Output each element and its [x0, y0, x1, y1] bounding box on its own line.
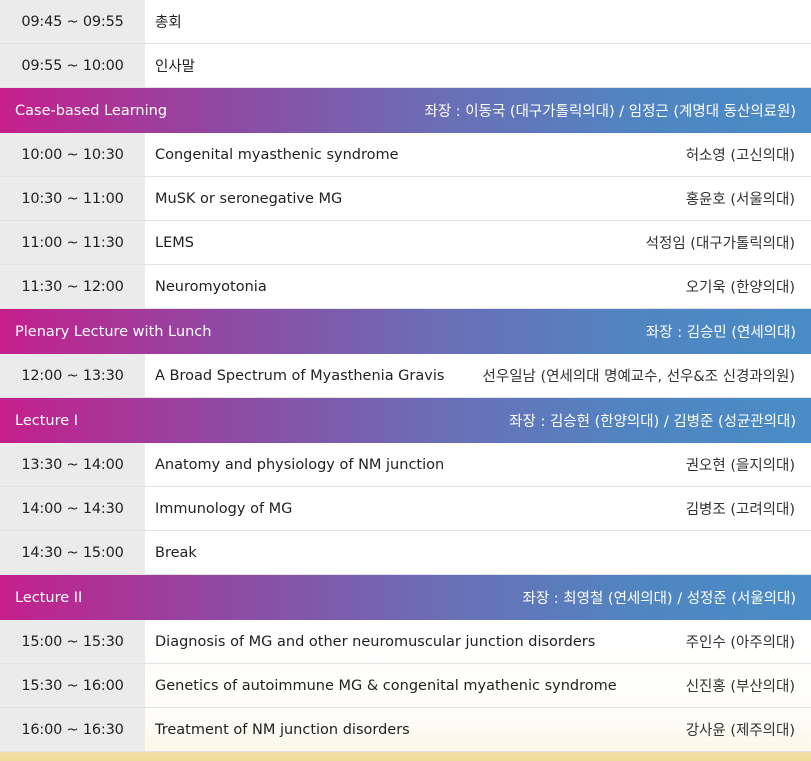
- talk-title: LEMS: [155, 234, 194, 251]
- time-cell: 12:00 ~ 13:30: [0, 354, 145, 397]
- time-cell: 09:55 ~ 10:00: [0, 44, 145, 87]
- session-name: Lecture II: [15, 589, 83, 606]
- talk-title: 총회: [155, 15, 182, 31]
- schedule-row: 15:30 ~ 16:00 Genetics of autoimmune MG …: [0, 664, 811, 708]
- session-chair: 좌장 : 이동국 (대구가톨릭의대) / 임정근 (계명대 동산의료원): [424, 104, 796, 120]
- talk-title: 인사말: [155, 59, 196, 75]
- talk-title: Genetics of autoimmune MG & congenital m…: [155, 677, 617, 694]
- session-chair: 좌장 : 김승현 (한양의대) / 김병준 (성균관의대): [509, 414, 796, 430]
- session-header: Lecture II 좌장 : 최영철 (연세의대) / 성정준 (서울의대): [0, 575, 811, 620]
- content-cell: Genetics of autoimmune MG & congenital m…: [145, 664, 811, 707]
- schedule-row: 11:30 ~ 12:00 Neuromyotonia 오기욱 (한양의대): [0, 265, 811, 309]
- speaker: 홍윤호 (서울의대): [685, 192, 795, 208]
- content-cell: Break: [145, 531, 811, 574]
- time-cell: 11:00 ~ 11:30: [0, 221, 145, 264]
- session-chair: 좌장 : 김승민 (연세의대): [645, 325, 796, 341]
- content-cell: Immunology of MG 김병조 (고려의대): [145, 487, 811, 530]
- session-name: Plenary Lecture with Lunch: [15, 323, 212, 340]
- content-cell: Congenital myasthenic syndrome 허소영 (고신의대…: [145, 133, 811, 176]
- content-cell: Diagnosis of MG and other neuromuscular …: [145, 620, 811, 663]
- speaker: 강사윤 (제주의대): [685, 723, 795, 739]
- speaker: 권오현 (을지의대): [685, 458, 795, 474]
- schedule-row: 12:00 ~ 13:30 A Broad Spectrum of Myasth…: [0, 354, 811, 398]
- speaker: 오기욱 (한양의대): [685, 280, 795, 296]
- schedule-row: 09:45 ~ 09:55 총회: [0, 0, 811, 44]
- schedule-row: 13:30 ~ 14:00 Anatomy and physiology of …: [0, 443, 811, 487]
- talk-title: Immunology of MG: [155, 500, 293, 517]
- time-cell: 15:00 ~ 15:30: [0, 620, 145, 663]
- content-cell: A Broad Spectrum of Myasthenia Gravis 선우…: [145, 354, 811, 397]
- content-cell: Neuromyotonia 오기욱 (한양의대): [145, 265, 811, 308]
- schedule-row: 14:00 ~ 14:30 Immunology of MG 김병조 (고려의대…: [0, 487, 811, 531]
- talk-title: MuSK or seronegative MG: [155, 190, 343, 207]
- content-cell: Anatomy and physiology of NM junction 권오…: [145, 443, 811, 486]
- speaker: 허소영 (고신의대): [685, 148, 795, 164]
- schedule-row: 09:55 ~ 10:00 인사말: [0, 44, 811, 88]
- time-cell: 13:30 ~ 14:00: [0, 443, 145, 486]
- speaker: 김병조 (고려의대): [685, 502, 795, 518]
- time-cell: 15:30 ~ 16:00: [0, 664, 145, 707]
- speaker: 석정임 (대구가톨릭의대): [645, 236, 795, 252]
- content-cell: MuSK or seronegative MG 홍윤호 (서울의대): [145, 177, 811, 220]
- talk-title: Break: [155, 544, 197, 561]
- talk-title: Congenital myasthenic syndrome: [155, 146, 399, 163]
- speaker: 선우일남 (연세의대 명예교수, 선우&조 신경과의원): [482, 369, 795, 385]
- talk-title: Neuromyotonia: [155, 278, 267, 295]
- time-cell: 09:45 ~ 09:55: [0, 0, 145, 43]
- time-cell: 10:30 ~ 11:00: [0, 177, 145, 220]
- content-cell: Treatment of NM junction disorders 강사윤 (…: [145, 708, 811, 751]
- speaker: 신진홍 (부산의대): [685, 679, 795, 695]
- schedule-row: 11:00 ~ 11:30 LEMS 석정임 (대구가톨릭의대): [0, 221, 811, 265]
- time-cell: 10:00 ~ 10:30: [0, 133, 145, 176]
- session-name: Lecture I: [15, 412, 79, 429]
- schedule-row: 10:30 ~ 11:00 MuSK or seronegative MG 홍윤…: [0, 177, 811, 221]
- session-header: Case-based Learning 좌장 : 이동국 (대구가톨릭의대) /…: [0, 88, 811, 133]
- time-cell: 16:00 ~ 16:30: [0, 708, 145, 751]
- content-cell: 총회: [145, 0, 811, 43]
- program-schedule: 09:45 ~ 09:55 총회 09:55 ~ 10:00 인사말 Case-…: [0, 0, 811, 752]
- schedule-row: 10:00 ~ 10:30 Congenital myasthenic synd…: [0, 133, 811, 177]
- talk-title: A Broad Spectrum of Myasthenia Gravis: [155, 367, 445, 384]
- schedule-row: 16:00 ~ 16:30 Treatment of NM junction d…: [0, 708, 811, 752]
- session-header: Lecture I 좌장 : 김승현 (한양의대) / 김병준 (성균관의대): [0, 398, 811, 443]
- session-name: Case-based Learning: [15, 102, 168, 119]
- content-cell: 인사말: [145, 44, 811, 87]
- schedule-row: 15:00 ~ 15:30 Diagnosis of MG and other …: [0, 620, 811, 664]
- talk-title: Diagnosis of MG and other neuromuscular …: [155, 633, 596, 650]
- session-header: Plenary Lecture with Lunch 좌장 : 김승민 (연세의…: [0, 309, 811, 354]
- time-cell: 14:00 ~ 14:30: [0, 487, 145, 530]
- content-cell: LEMS 석정임 (대구가톨릭의대): [145, 221, 811, 264]
- time-cell: 14:30 ~ 15:00: [0, 531, 145, 574]
- schedule-row: 14:30 ~ 15:00 Break: [0, 531, 811, 575]
- talk-title: Treatment of NM junction disorders: [155, 721, 410, 738]
- time-cell: 11:30 ~ 12:00: [0, 265, 145, 308]
- session-chair: 좌장 : 최영철 (연세의대) / 성정준 (서울의대): [522, 591, 797, 607]
- talk-title: Anatomy and physiology of NM junction: [155, 456, 445, 473]
- speaker: 주인수 (아주의대): [685, 635, 795, 651]
